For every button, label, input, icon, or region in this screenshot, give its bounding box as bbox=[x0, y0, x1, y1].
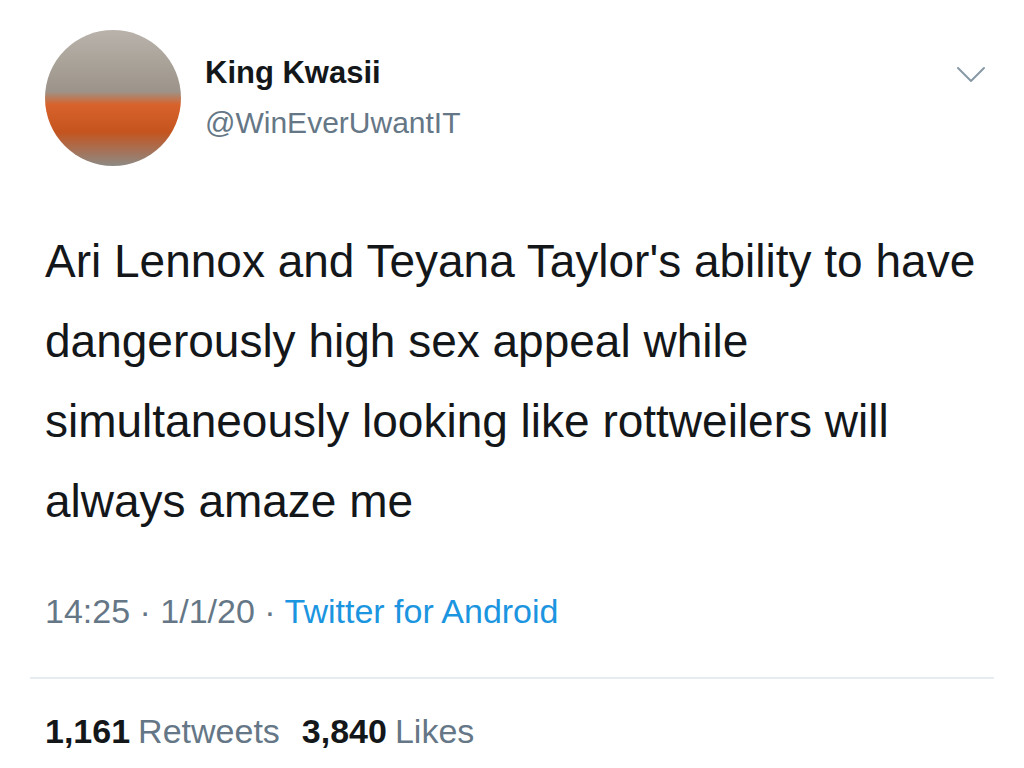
tweet-date[interactable]: 1/1/20 bbox=[160, 592, 255, 630]
stat-label: Likes bbox=[395, 711, 474, 751]
separator: · bbox=[140, 592, 151, 630]
account-name[interactable]: King Kwasii bbox=[205, 53, 461, 93]
tweet-header: King Kwasii @WinEverUwantIT bbox=[45, 30, 994, 166]
account-info: King Kwasii @WinEverUwantIT bbox=[205, 53, 461, 143]
stat-count: 3,840 bbox=[302, 711, 387, 751]
account-handle[interactable]: @WinEverUwantIT bbox=[205, 103, 461, 143]
separator: · bbox=[264, 592, 275, 630]
avatar[interactable] bbox=[45, 30, 181, 166]
stat-item[interactable]: 1,161Retweets bbox=[45, 711, 280, 751]
tweet-source[interactable]: Twitter for Android bbox=[284, 592, 558, 630]
tweet-text: Ari Lennox and Teyana Taylor's ability t… bbox=[45, 221, 990, 541]
stat-count: 1,161 bbox=[45, 711, 130, 751]
tweet-stats: 1,161Retweets 3,840Likes bbox=[45, 711, 994, 761]
chevron-down-icon[interactable] bbox=[956, 66, 986, 84]
tweet-time[interactable]: 14:25 bbox=[45, 592, 130, 630]
divider bbox=[30, 677, 994, 679]
stat-item[interactable]: 3,840Likes bbox=[302, 711, 474, 751]
tweet-meta: 14:25 · 1/1/20 · Twitter for Android bbox=[45, 591, 994, 631]
stat-label: Retweets bbox=[138, 711, 280, 751]
